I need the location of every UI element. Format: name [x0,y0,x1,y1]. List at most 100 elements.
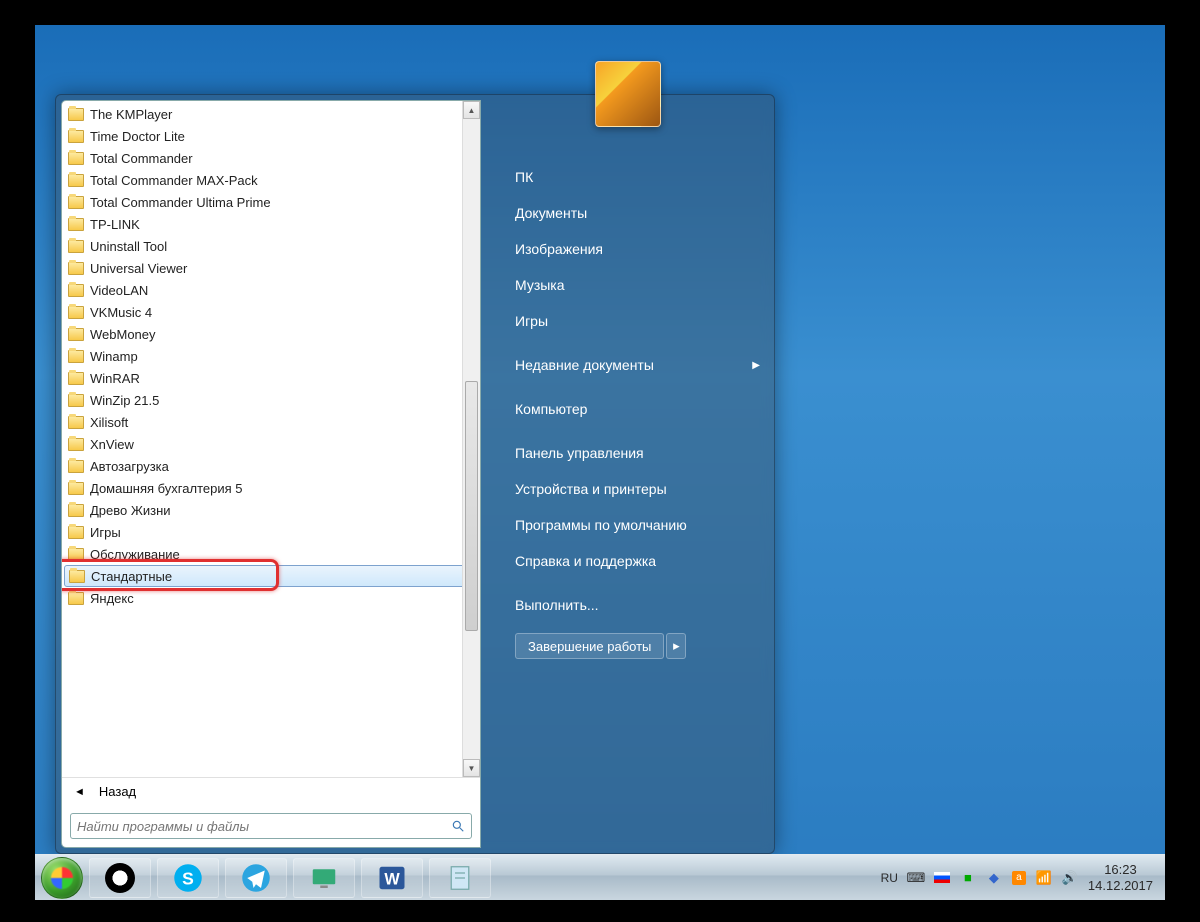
program-folder-item[interactable]: Winamp [64,345,478,367]
program-folder-item[interactable]: Обслуживание [64,543,478,565]
program-folder-item[interactable]: VideoLAN [64,279,478,301]
start-right-item[interactable]: Справка и поддержка [501,543,774,579]
program-label: VKMusic 4 [90,305,152,320]
program-folder-item[interactable]: TP-LINK [64,213,478,235]
program-folder-item[interactable]: Яндекс [64,587,478,609]
back-label: Назад [99,784,136,799]
program-label: TP-LINK [90,217,140,232]
start-right-label: Справка и поддержка [515,553,656,569]
scroll-down-button[interactable]: ▼ [463,759,480,777]
system-tray: RU ⌨ ■ ◆ a 📶 🔊 16:23 14.12.2017 [881,862,1159,893]
program-label: Стандартные [91,569,172,584]
start-menu-left-panel: The KMPlayerTime Doctor LiteTotal Comman… [61,100,481,848]
program-label: Обслуживание [90,547,180,562]
start-right-label: Компьютер [515,401,587,417]
program-folder-item[interactable]: Total Commander [64,147,478,169]
program-label: WinRAR [90,371,140,386]
start-right-item[interactable]: Устройства и принтеры [501,471,774,507]
scrollbar[interactable]: ▲ ▼ [462,101,480,777]
start-menu-right-panel: ПК Документы ИзображенияМузыкаИгры Недавние… [481,95,774,853]
program-folder-item[interactable]: Uninstall Tool [64,235,478,257]
taskbar-app-telegram[interactable] [225,858,287,898]
taskbar-app-panda[interactable] [89,858,151,898]
scroll-thumb[interactable] [465,381,478,631]
program-folder-item[interactable]: Стандартные [64,565,478,587]
taskbar-app-word[interactable]: W [361,858,423,898]
program-label: The KMPlayer [90,107,172,122]
shutdown-label: Завершение работы [528,639,651,654]
program-folder-item[interactable]: Игры [64,521,478,543]
program-label: Universal Viewer [90,261,187,276]
program-folder-item[interactable]: Total Commander MAX-Pack [64,169,478,191]
back-button[interactable]: ◄ Назад [62,777,480,805]
start-right-label: Недавние документы [515,357,654,373]
program-label: VideoLAN [90,283,148,298]
start-right-item[interactable]: Документы [501,195,774,231]
start-right-item[interactable]: Программы по умолчанию [501,507,774,543]
start-right-item[interactable]: Недавние документы▶ [501,347,774,383]
shutdown-button[interactable]: Завершение работы [515,633,664,659]
user-avatar[interactable] [595,61,661,127]
start-right-label: ПК [515,169,533,185]
program-folder-item[interactable]: Total Commander Ultima Prime [64,191,478,213]
search-box[interactable] [70,813,472,839]
taskbar-app-skype[interactable]: S [157,858,219,898]
folder-icon [68,526,84,539]
shutdown-options-button[interactable]: ▸ [666,633,686,659]
tray-flag-icon[interactable] [934,872,950,883]
start-right-item[interactable]: Компьютер [501,391,774,427]
program-folder-item[interactable]: WebMoney [64,323,478,345]
scroll-up-button[interactable]: ▲ [463,101,480,119]
all-programs-list[interactable]: The KMPlayerTime Doctor LiteTotal Comman… [62,101,480,777]
program-label: Игры [90,525,121,540]
keyboard-icon[interactable]: ⌨ [908,870,924,886]
program-label: WebMoney [90,327,156,342]
program-label: Uninstall Tool [90,239,167,254]
program-folder-item[interactable]: WinZip 21.5 [64,389,478,411]
folder-icon [68,262,84,275]
program-label: Автозагрузка [90,459,169,474]
program-folder-item[interactable]: Древо Жизни [64,499,478,521]
program-label: Домашняя бухгалтерия 5 [90,481,243,496]
program-folder-item[interactable]: Xilisoft [64,411,478,433]
taskbar-app-notepad[interactable] [429,858,491,898]
start-right-item[interactable]: ПК [501,159,774,195]
start-button[interactable] [41,857,83,899]
folder-icon [68,416,84,429]
folder-icon [68,174,84,187]
tray-language[interactable]: RU [881,871,898,885]
start-right-item[interactable]: Музыка [501,267,774,303]
tray-app-icon-1[interactable]: ■ [960,870,976,886]
separator [501,427,774,435]
separator [501,339,774,347]
taskbar-app-monitor[interactable] [293,858,355,898]
program-folder-item[interactable]: The KMPlayer [64,103,478,125]
tray-app-icon-2[interactable]: ◆ [986,870,1002,886]
start-right-item[interactable]: Изображения [501,231,774,267]
program-folder-item[interactable]: XnView [64,433,478,455]
taskbar: S W RU ⌨ ■ ◆ a 📶 🔊 16:23 14.12.2017 [35,854,1165,900]
folder-icon [68,130,84,143]
desktop[interactable]: The KMPlayerTime Doctor LiteTotal Comman… [35,25,1165,900]
program-folder-item[interactable]: WinRAR [64,367,478,389]
tray-app-icon-3[interactable]: a [1012,871,1026,885]
program-folder-item[interactable]: Time Doctor Lite [64,125,478,147]
volume-icon[interactable]: 🔊 [1062,870,1078,886]
folder-icon [68,438,84,451]
program-folder-item[interactable]: Домашняя бухгалтерия 5 [64,477,478,499]
program-folder-item[interactable]: Автозагрузка [64,455,478,477]
start-right-item[interactable]: Выполнить... [501,587,774,623]
start-right-label: Программы по умолчанию [515,517,687,533]
start-right-label: Документы [515,205,587,221]
start-right-item[interactable]: Панель управления [501,435,774,471]
program-label: Древо Жизни [90,503,171,518]
folder-icon [68,592,84,605]
start-right-item[interactable]: Игры [501,303,774,339]
program-folder-item[interactable]: VKMusic 4 [64,301,478,323]
clock[interactable]: 16:23 14.12.2017 [1088,862,1153,893]
search-input[interactable] [77,819,451,834]
network-icon[interactable]: 📶 [1036,870,1052,886]
folder-icon [68,152,84,165]
search-icon [451,819,465,833]
program-folder-item[interactable]: Universal Viewer [64,257,478,279]
